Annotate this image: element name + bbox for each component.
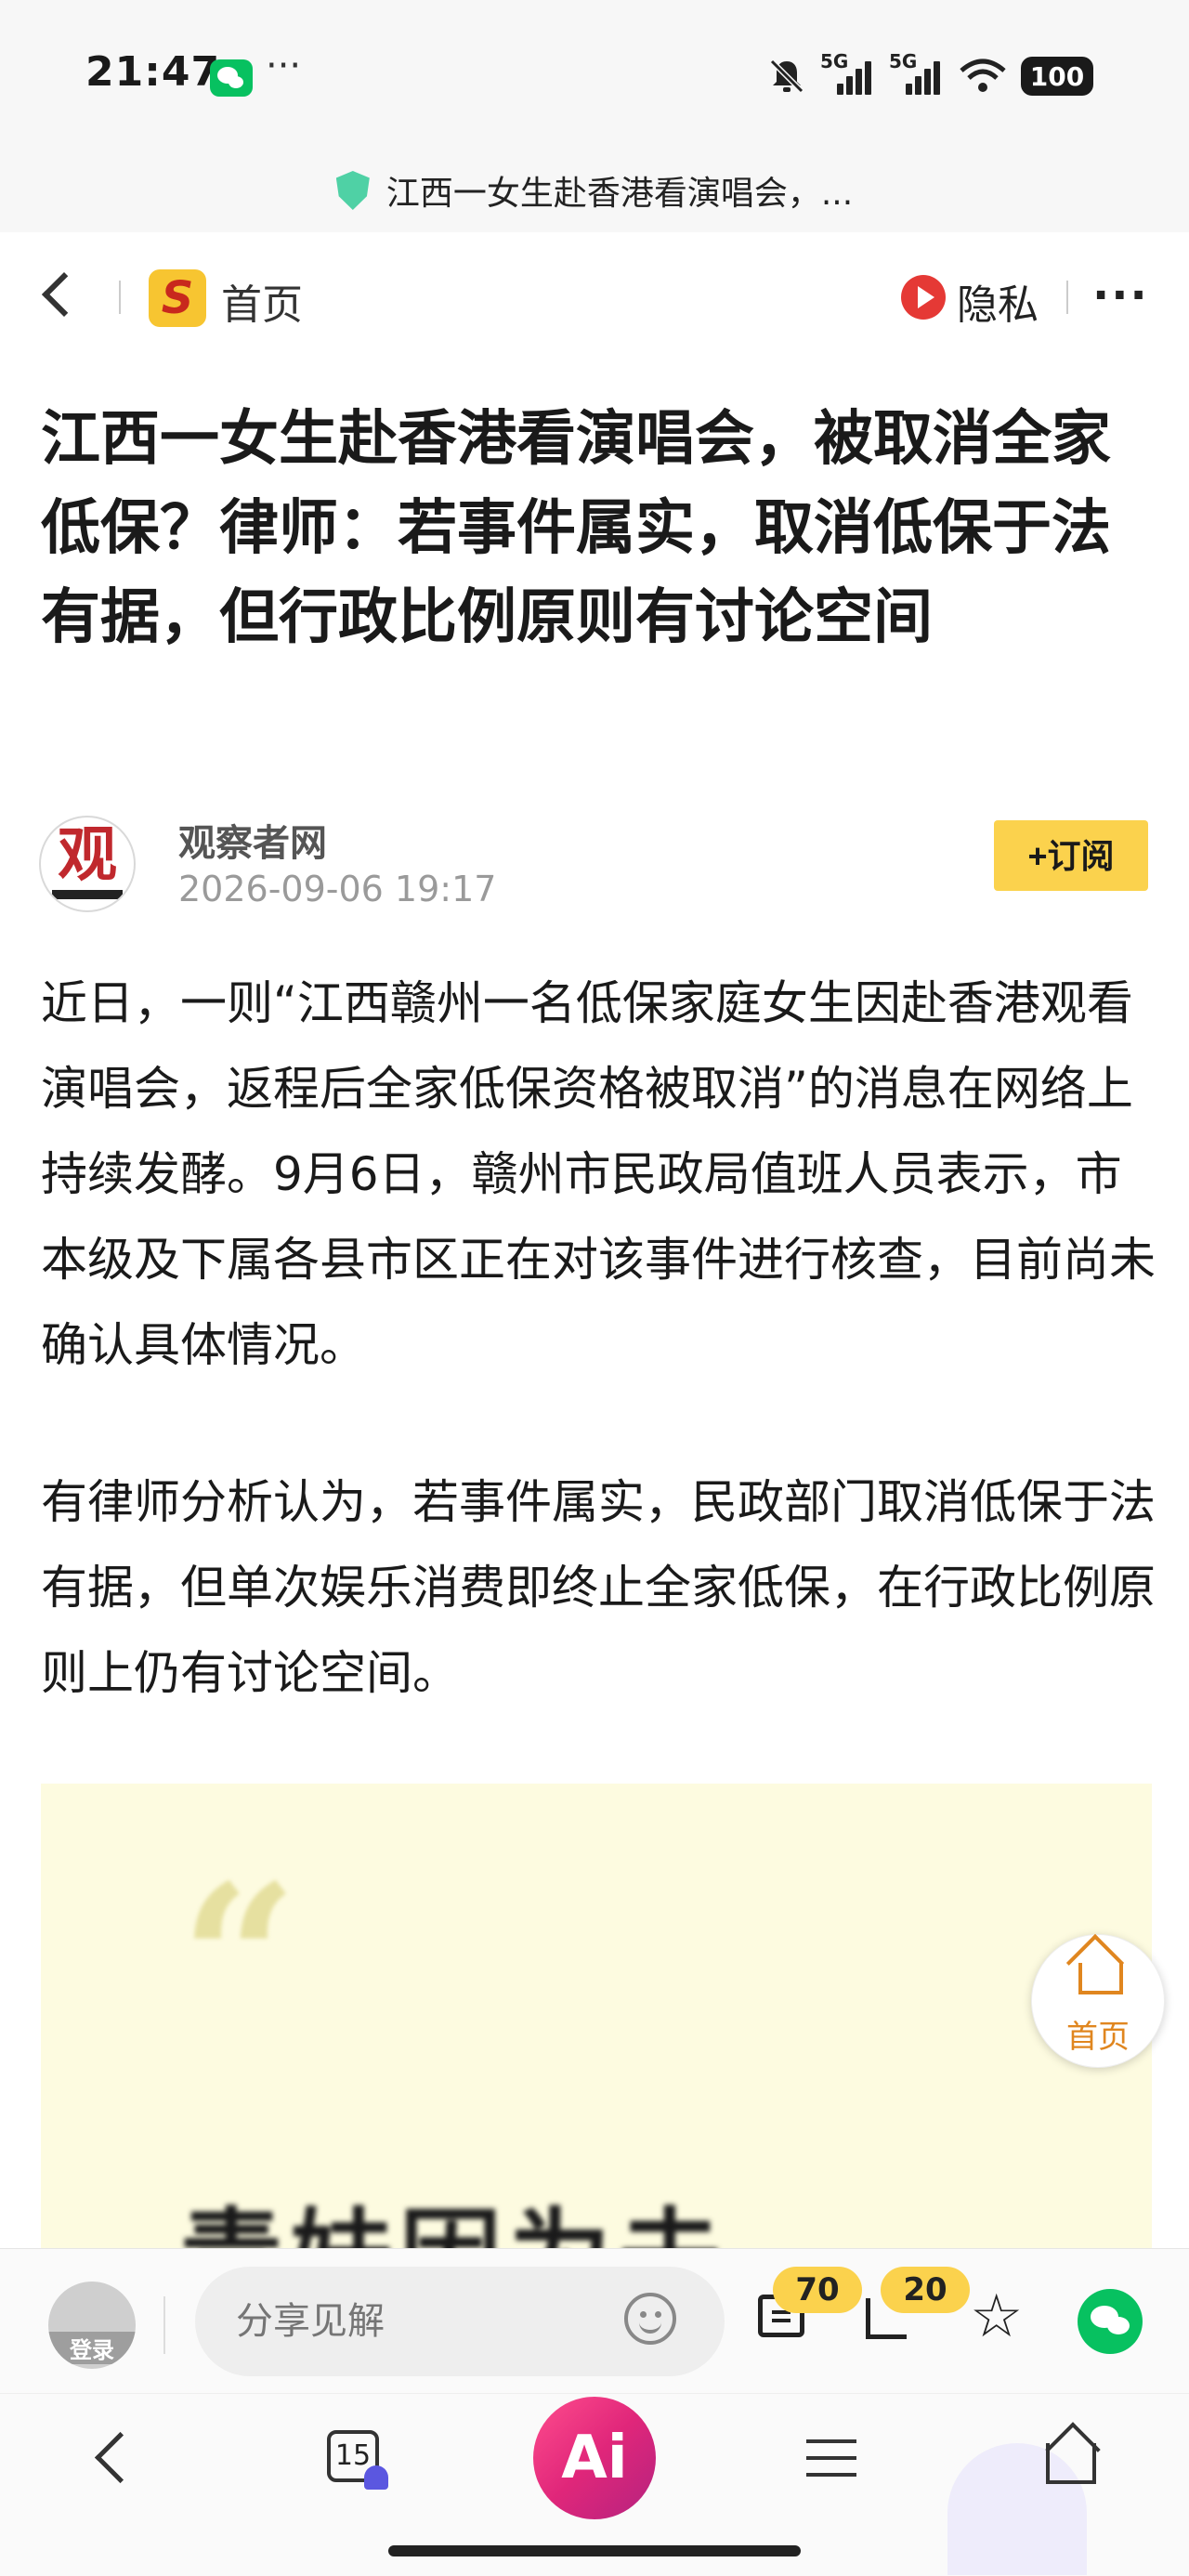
signal-icon: 5G (820, 50, 876, 97)
author-avatar[interactable]: 观 (39, 816, 136, 912)
emoji-icon[interactable] (624, 2293, 676, 2345)
article-headline: 江西一女生赴香港看演唱会，被取消全家低保？律师：若事件属实，取消低保于法有据，但… (41, 405, 1111, 652)
publish-time: 2026-09-06 19:17 (178, 869, 497, 909)
home-indicator[interactable] (388, 2545, 801, 2556)
login-label: 登录 (48, 2332, 136, 2364)
url-bar[interactable]: 江西一女生赴香港看演唱会，... (0, 149, 1189, 232)
divider (119, 281, 121, 314)
menu-icon[interactable] (806, 2439, 856, 2477)
shield-icon (335, 171, 370, 210)
divider (1066, 281, 1068, 314)
image-caption-text: 青妹因为去 (180, 2174, 728, 2248)
ai-assistant-button[interactable]: Ai (533, 2397, 656, 2519)
status-more-icon: ··· (266, 45, 302, 87)
status-indicators: 5G 5G 100 (766, 48, 1093, 104)
privacy-link[interactable]: 隐私 (957, 271, 1039, 331)
signal-icon: 5G (889, 50, 945, 97)
subscribe-button[interactable]: +订阅 (994, 820, 1148, 891)
site-logo-icon[interactable]: S (149, 269, 206, 327)
mute-bell-icon (769, 59, 804, 94)
more-options-icon[interactable]: ··· (1092, 269, 1149, 321)
article-paragraph: 有律师分析认为，若事件属实，民政部门取消低保于法有据，但单次娱乐消费即终止全家低… (41, 1475, 1156, 1700)
article-image[interactable]: “ 青妹因为去 (41, 1784, 1152, 2248)
privacy-play-icon[interactable] (901, 275, 946, 320)
share-count-badge: 20 (881, 2267, 970, 2313)
back-icon[interactable] (41, 271, 87, 318)
battery-icon: 100 (1021, 57, 1093, 96)
star-icon[interactable]: ☆ (970, 2287, 1023, 2347)
browser-home-icon[interactable] (1045, 2422, 1101, 2484)
author-avatar-glyph: 观 (58, 821, 117, 890)
login-avatar[interactable]: 登录 (48, 2282, 136, 2369)
incognito-ghost-icon (364, 2465, 388, 2490)
article-paragraph: 近日，一则“江西赣州一名低保家庭女生因赴香港观看演唱会，返程后全家低保资格被取消… (41, 976, 1156, 1372)
floating-home-label: 首页 (1066, 2019, 1130, 2056)
comment-count-badge: 70 (773, 2267, 862, 2313)
nav-home-link[interactable]: 首页 (221, 271, 303, 331)
url-title: 江西一女生赴香港看演唱会，... (385, 175, 854, 213)
author-name[interactable]: 观察者网 (178, 813, 327, 867)
wechat-share-icon[interactable] (1078, 2289, 1143, 2354)
divider (163, 2296, 165, 2354)
wechat-icon (210, 59, 253, 97)
home-icon (1078, 1963, 1123, 1994)
quote-mark: “ (180, 1839, 298, 2080)
status-time: 21:47 (85, 48, 221, 96)
floating-home-button[interactable]: 首页 (1031, 1934, 1165, 2068)
wifi-icon (960, 59, 1006, 92)
avatar-skyline (52, 890, 123, 899)
